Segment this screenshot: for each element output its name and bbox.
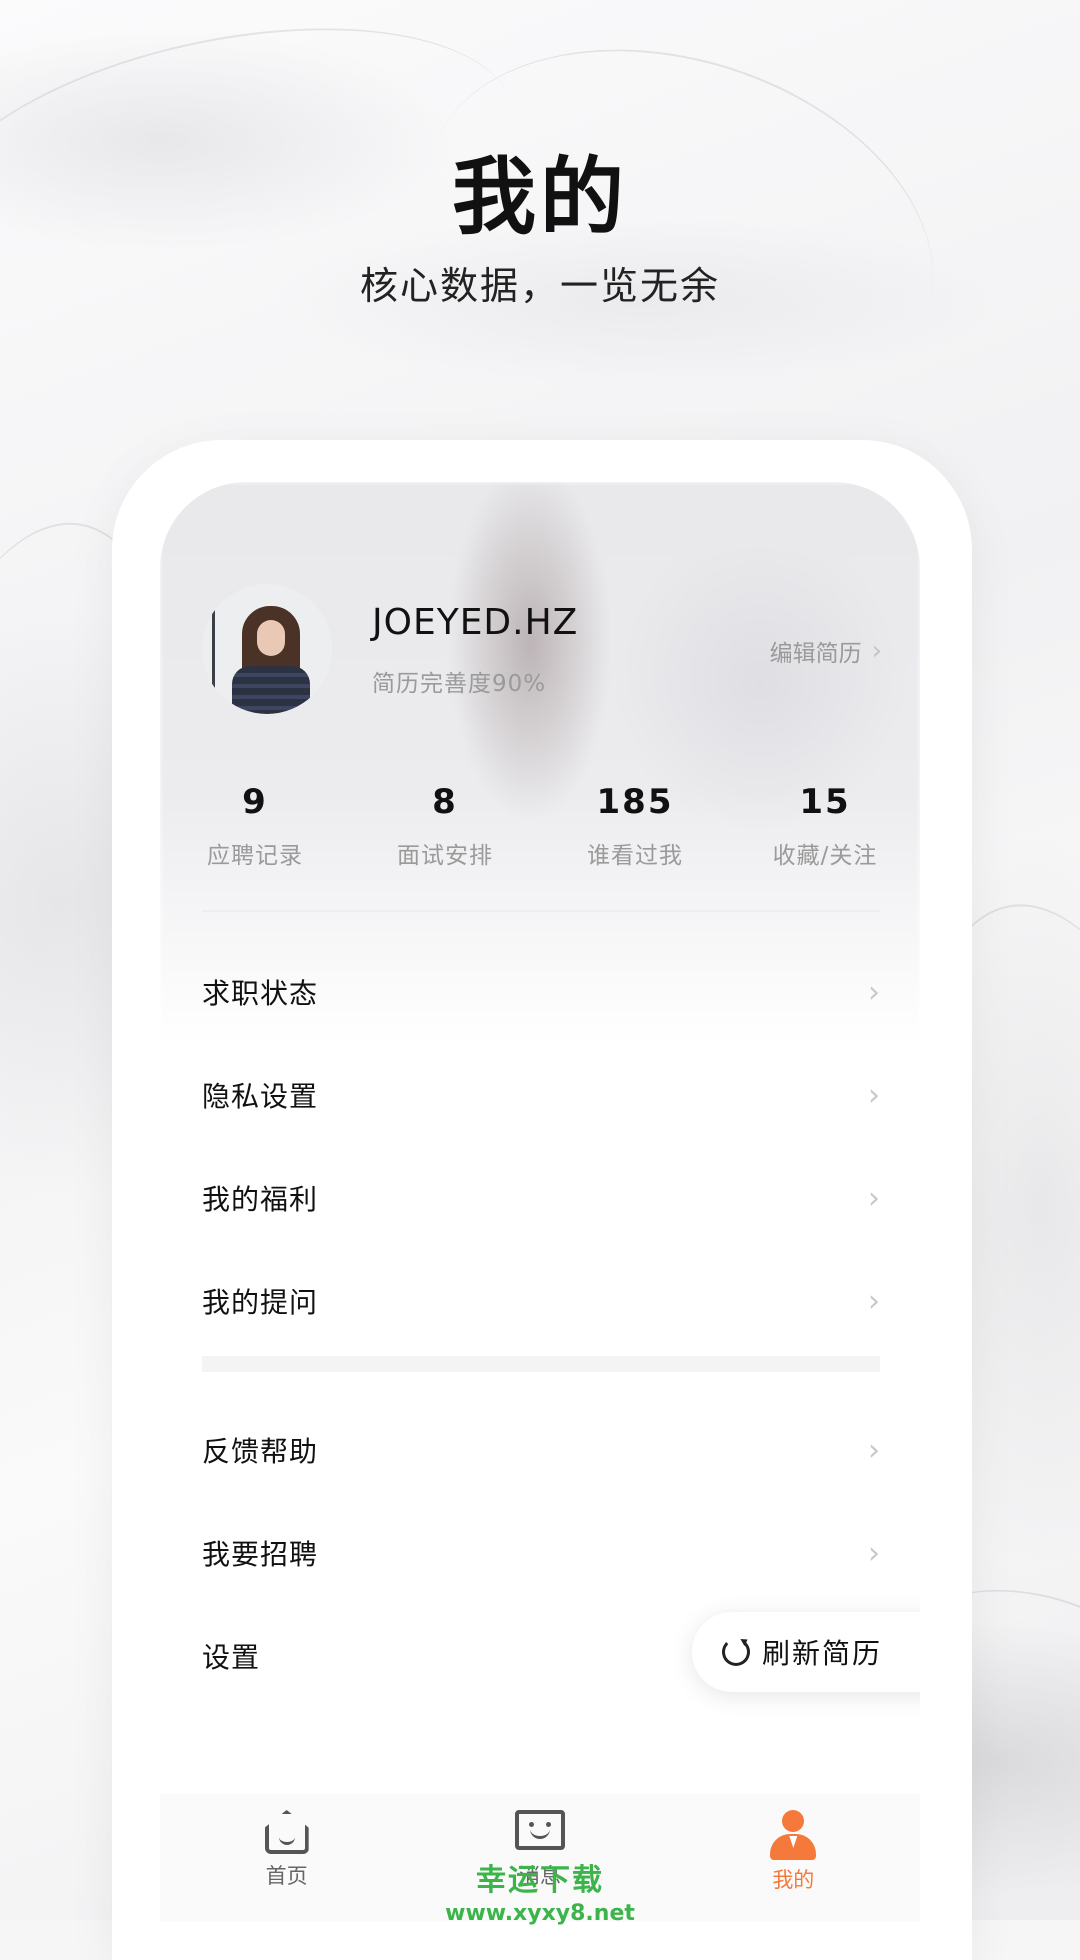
stats-row: 9 应聘记录 8 面试安排 185 谁看过我 15 收藏/关注 [160,782,920,870]
stat-label: 面试安排 [397,843,493,869]
menu-item-label: 我要招聘 [202,1538,319,1571]
menu-item-privacy[interactable]: 隐私设置 › [202,1055,880,1135]
bottom-tab-bar: 首页 消息 我的 [160,1794,920,1922]
menu-item-label: 反馈帮助 [202,1435,319,1468]
menu-item-benefits[interactable]: 我的福利 › [202,1158,880,1238]
chevron-right-icon: › [868,1180,880,1216]
menu-item-questions[interactable]: 我的提问 › [202,1261,880,1341]
stat-value: 9 [242,782,268,822]
stat-label: 应聘记录 [207,843,303,869]
refresh-resume-label: 刷新简历 [762,1637,883,1670]
page-subtitle: 核心数据，一览无余 [359,264,720,308]
stat-value: 15 [799,782,851,822]
menu-item-feedback[interactable]: 反馈帮助 › [202,1410,880,1490]
resume-completion: 简历完善度90% [372,671,547,697]
tab-mine[interactable]: 我的 [667,1794,920,1922]
user-name: JOEYED.HZ [372,602,579,643]
stat-applications[interactable]: 9 应聘记录 [160,782,350,870]
home-icon [263,1810,311,1856]
tab-label: 我的 [772,1868,815,1892]
menu-item-label: 我的福利 [202,1183,319,1216]
stat-value: 8 [432,782,458,822]
message-icon [514,1810,565,1856]
menu-item-job-status[interactable]: 求职状态 › [202,952,880,1032]
menu-item-label: 我的提问 [202,1286,319,1319]
tab-messages[interactable]: 消息 [413,1794,666,1922]
stat-viewers[interactable]: 185 谁看过我 [540,782,730,870]
section-separator [202,1356,880,1372]
menu-item-label: 求职状态 [202,977,319,1010]
edit-resume-label: 编辑简历 [769,641,862,667]
chevron-right-icon: › [868,1283,880,1319]
refresh-icon [722,1638,750,1666]
profile-icon [768,1810,818,1860]
refresh-resume-button[interactable]: 刷新简历 [692,1612,920,1692]
menu-item-label: 设置 [202,1641,261,1674]
divider [202,910,880,912]
chevron-right-icon: › [871,636,882,666]
stat-interviews[interactable]: 8 面试安排 [350,782,540,870]
tab-home[interactable]: 首页 [160,1794,413,1922]
tab-label: 首页 [265,1864,308,1888]
page-title: 我的 [451,148,628,246]
chevron-right-icon: › [868,1077,880,1113]
chevron-right-icon: › [868,1432,880,1468]
stat-label: 收藏/关注 [772,843,878,869]
stat-value: 185 [596,782,674,822]
stat-favorites[interactable]: 15 收藏/关注 [730,782,920,870]
tab-label: 消息 [518,1864,561,1888]
avatar[interactable] [202,584,332,714]
chevron-right-icon: › [868,1535,880,1571]
menu-item-label: 隐私设置 [202,1080,319,1113]
phone-screen: JOEYED.HZ 简历完善度90% 编辑简历 › 9 应聘记录 8 面试安排 … [160,482,920,1922]
menu-item-recruit[interactable]: 我要招聘 › [202,1513,880,1593]
chevron-right-icon: › [868,974,880,1010]
edit-resume-link[interactable]: 编辑简历 › [770,634,882,668]
stat-label: 谁看过我 [587,843,683,869]
